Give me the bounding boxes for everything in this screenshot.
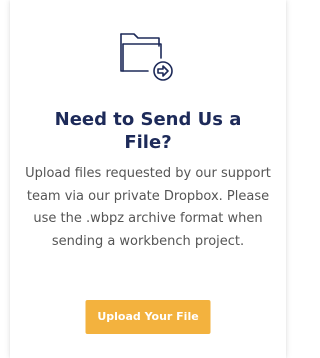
- folder-arrow-icon: [118, 26, 178, 82]
- card-description: Upload files requested by our support te…: [25, 166, 271, 249]
- upload-file-button[interactable]: Upload Your File: [85, 300, 211, 334]
- upload-card: Need to Send Us a File? Upload files req…: [10, 0, 286, 358]
- card-title: Need to Send Us a File?: [54, 109, 242, 153]
